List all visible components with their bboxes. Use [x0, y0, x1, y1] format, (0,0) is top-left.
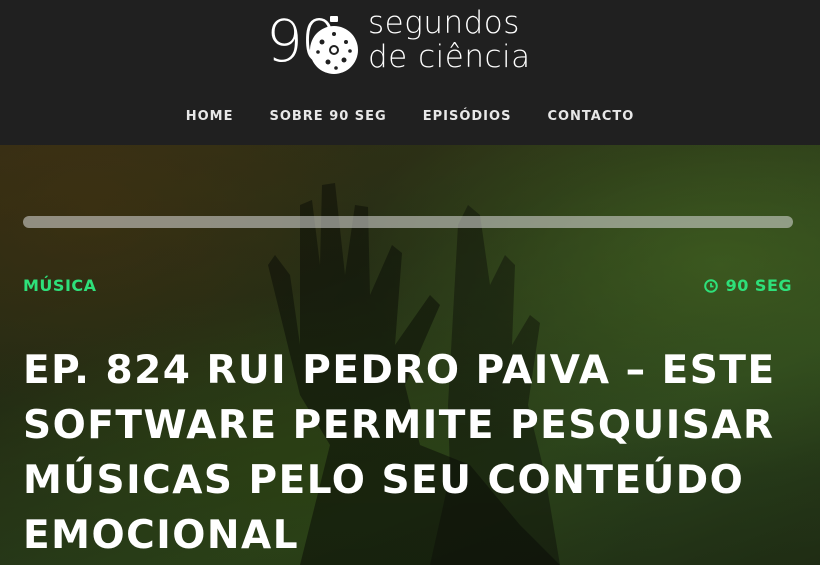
clock-icon: [703, 278, 718, 293]
site-logo[interactable]: 90 segundos de ciência: [266, 6, 566, 76]
site-header: 90 segundos de ciência HOME SOBRE 90 SEG…: [0, 0, 820, 145]
duration-label: 90 SEG: [725, 276, 792, 295]
category-link[interactable]: MÚSICA: [23, 276, 97, 295]
nav-contacto[interactable]: CONTACTO: [547, 104, 634, 130]
nav-episodios[interactable]: EPISÓDIOS: [423, 104, 512, 130]
logo-line-1: segundos: [368, 5, 520, 41]
logo-wordmark: segundos de ciência: [368, 6, 531, 74]
episode-title: EP. 824 RUI PEDRO PAIVA – ESTE SOFTWARE …: [23, 348, 776, 558]
logo-line-2: de ciência: [368, 39, 531, 75]
stopwatch-icon: [310, 16, 358, 74]
nav-home[interactable]: HOME: [186, 104, 234, 130]
main-nav: HOME SOBRE 90 SEG EPISÓDIOS CONTACTO: [0, 104, 820, 130]
nav-sobre[interactable]: SOBRE 90 SEG: [269, 104, 386, 130]
episode-hero: MÚSICA 90 SEG EP. 824 RUI PEDRO PAIVA – …: [0, 145, 820, 565]
audio-progress-bar[interactable]: [23, 216, 793, 228]
episode-duration: 90 SEG: [703, 276, 792, 295]
